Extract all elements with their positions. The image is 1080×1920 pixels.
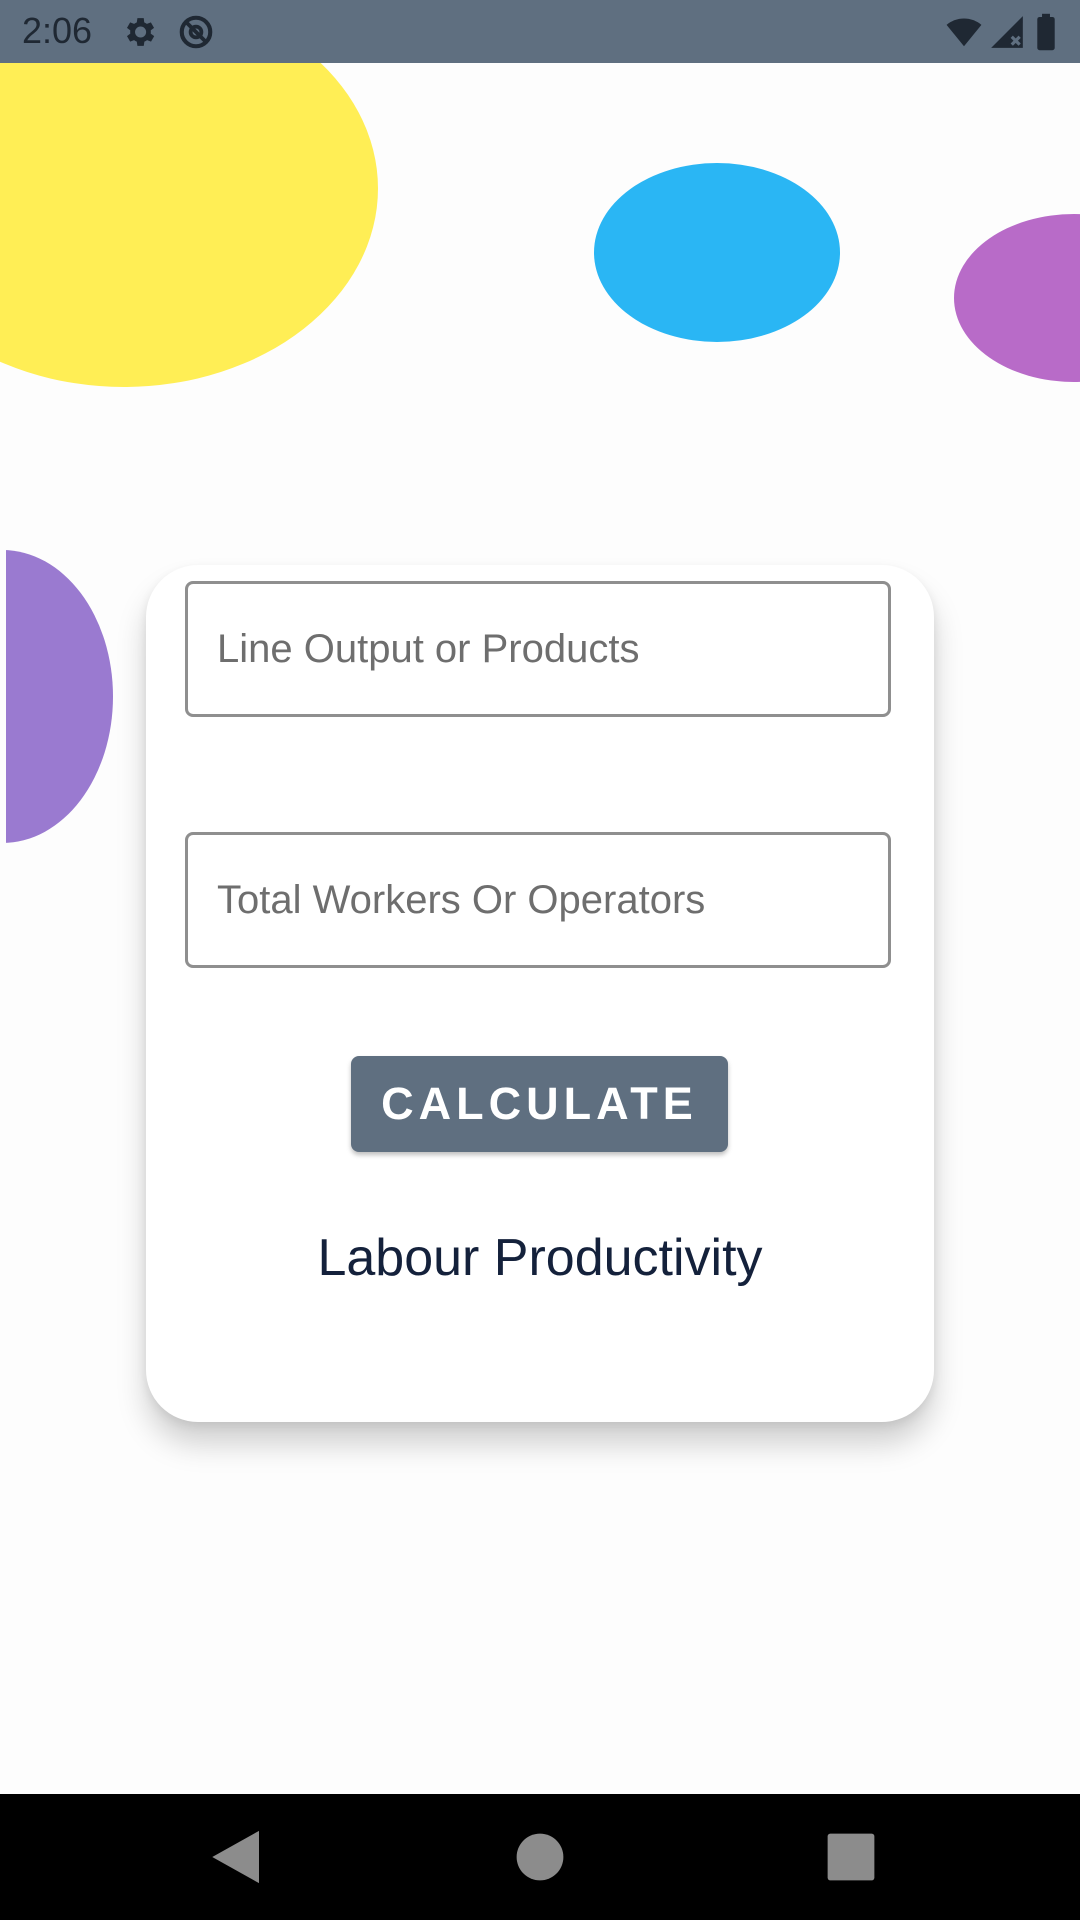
- line-output-field[interactable]: [185, 581, 891, 717]
- calculator-card: CALCULATE: [146, 565, 934, 1422]
- cell-signal-icon: [988, 13, 1026, 51]
- status-time: 2:06: [22, 10, 93, 51]
- calculate-button[interactable]: CALCULATE: [351, 1056, 728, 1152]
- labour-productivity-label: Labour Productivity: [317, 1229, 763, 1287]
- decorative-purple-blob: [0, 550, 113, 843]
- edge-strip: [0, 540, 6, 860]
- decorative-blue-blob: [594, 163, 840, 342]
- recents-icon[interactable]: [818, 1824, 884, 1890]
- home-icon[interactable]: [507, 1824, 573, 1890]
- wifi-icon: [943, 13, 985, 51]
- app-screen: 2:06 CALCULATE Labour Productivity: [0, 0, 1080, 1920]
- at-sign-icon: [177, 13, 215, 51]
- total-workers-input[interactable]: [188, 835, 888, 965]
- back-icon[interactable]: [204, 1824, 270, 1890]
- total-workers-field[interactable]: [185, 832, 891, 968]
- line-output-input[interactable]: [188, 584, 888, 714]
- status-bar: 2:06: [0, 0, 1080, 63]
- gear-icon: [120, 13, 158, 51]
- navigation-bar: [0, 1794, 1080, 1920]
- battery-icon: [1034, 13, 1058, 51]
- decorative-magenta-blob: [954, 214, 1080, 382]
